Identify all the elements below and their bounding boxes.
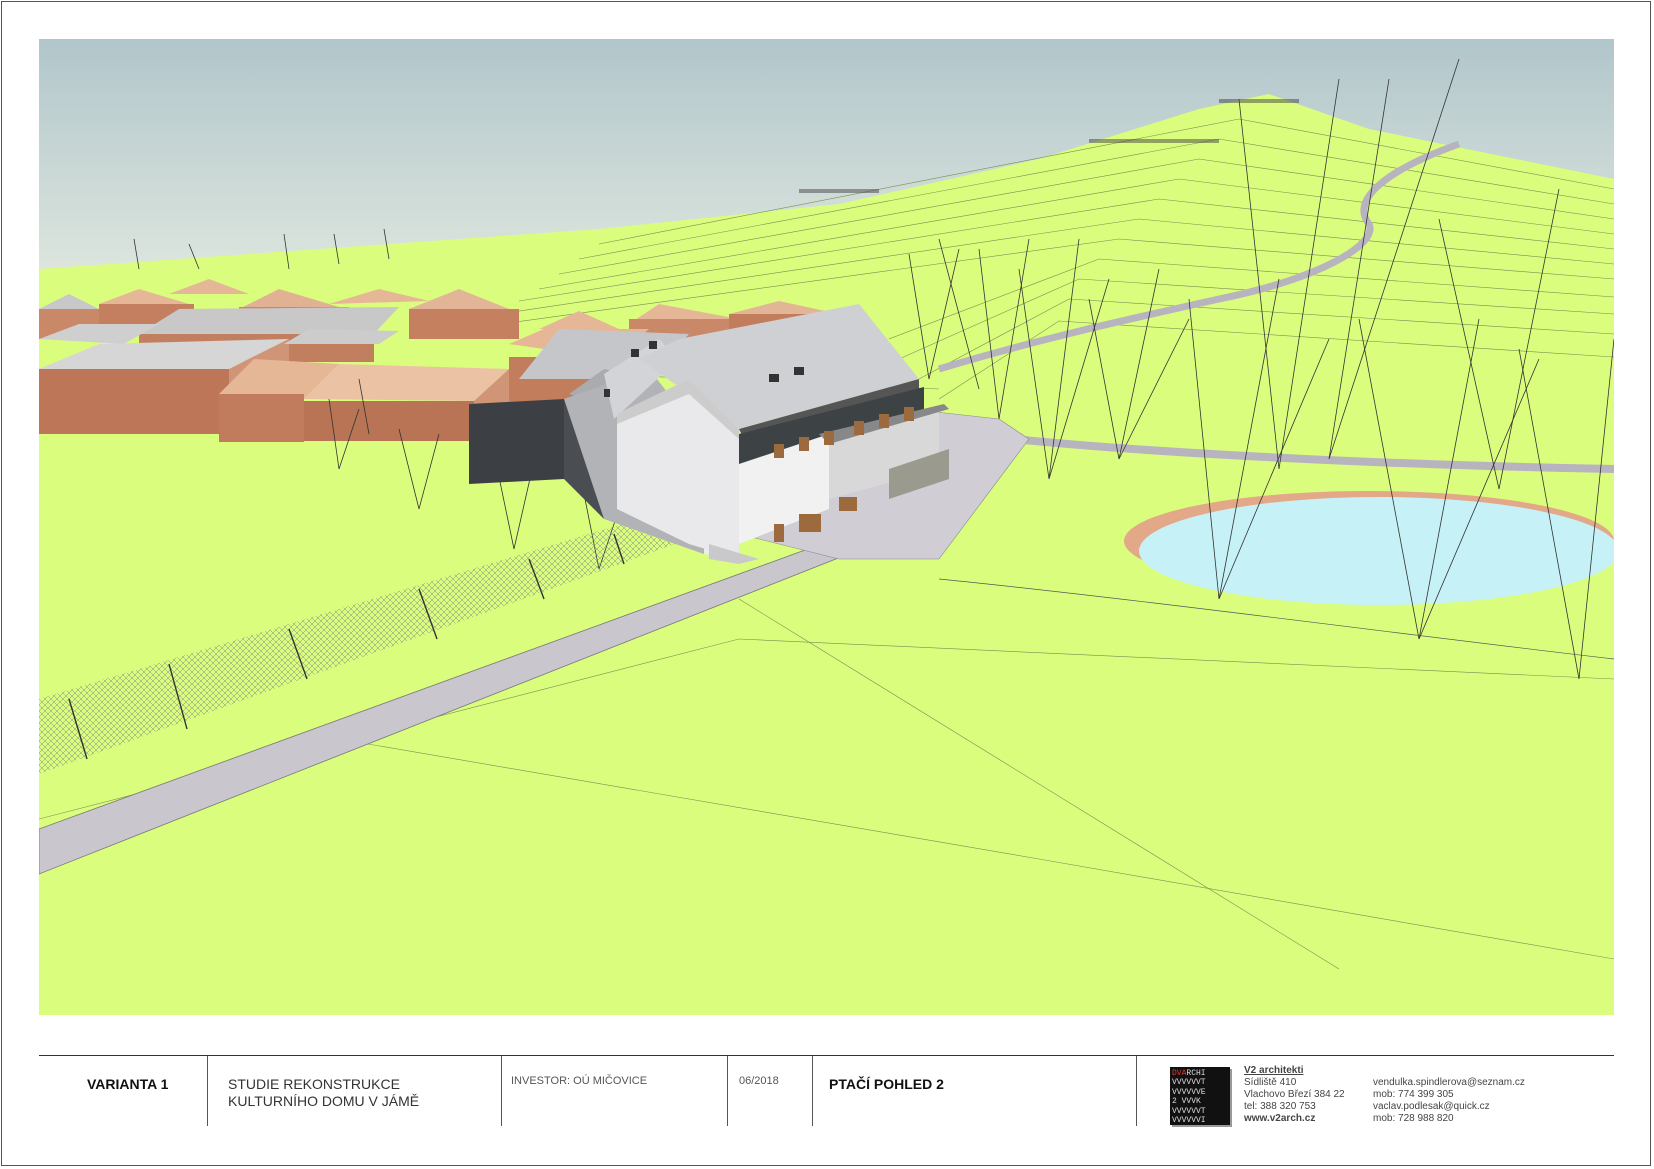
logo-line: DVARCHI — [1172, 1069, 1206, 1078]
contacts: vendulka.spindlerova@seznam.cz mob: 774 … — [1373, 1077, 1525, 1125]
contact-email-1[interactable]: vendulka.spindlerova@seznam.cz — [1373, 1077, 1525, 1089]
contact-mobile-1: mob: 774 399 305 — [1373, 1089, 1454, 1100]
investor: INVESTOR: OÚ MIČOVICE — [511, 1075, 648, 1087]
view-name: PTAČÍ POHLED 2 — [829, 1076, 944, 1092]
date: 06/2018 — [739, 1075, 779, 1087]
divider — [501, 1056, 502, 1126]
logo-line: 2 VVVK — [1172, 1097, 1201, 1107]
logo-line: VVVVVVE — [1172, 1087, 1206, 1097]
divider — [727, 1056, 728, 1126]
firm-address-line1: Sídliště 410 — [1244, 1077, 1297, 1088]
divider — [1136, 1056, 1137, 1126]
project-title-line2: KULTURNÍHO DOMU V JÁMĚ — [228, 1093, 420, 1109]
firm-phone: tel: 388 320 753 — [1244, 1101, 1316, 1112]
v2-logo: DVARCHI VVVVVVT VVVVVVE 2 VVVK VVVVVVT V… — [1170, 1067, 1230, 1125]
variant-label: VARIANTA 1 — [87, 1076, 169, 1092]
title-block: VARIANTA 1 STUDIE REKONSTRUKCE KULTURNÍH… — [39, 1055, 1614, 1138]
logo-line: VVVVVVT — [1172, 1106, 1206, 1116]
contact-mobile-2: mob: 728 988 820 — [1373, 1113, 1454, 1124]
divider — [812, 1056, 813, 1126]
project-title-line1: STUDIE REKONSTRUKCE — [228, 1076, 400, 1092]
bird-eye-render — [39, 39, 1614, 1015]
firm-name: V2 architekti — [1244, 1065, 1304, 1076]
firm-info: V2 architekti Sídliště 410 Vlachovo Břez… — [1244, 1065, 1345, 1125]
firm-address-line2: Vlachovo Březí 384 22 — [1244, 1089, 1345, 1100]
firm-web[interactable]: www.v2arch.cz — [1244, 1113, 1345, 1125]
logo-line: VVVVVVT — [1172, 1078, 1206, 1088]
contact-email-2[interactable]: vaclav.podlesak@quick.cz — [1373, 1101, 1525, 1113]
divider — [207, 1056, 208, 1126]
logo-line: VVVVVVI — [1172, 1116, 1206, 1125]
